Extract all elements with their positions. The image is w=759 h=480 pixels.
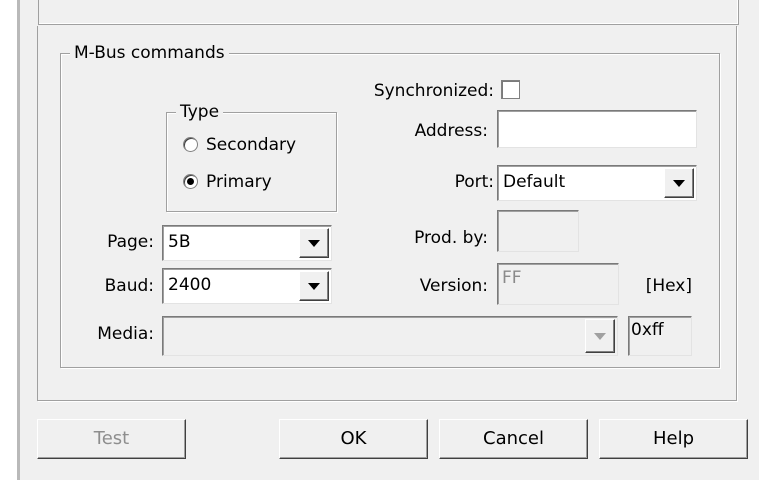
address-input[interactable] xyxy=(497,110,697,148)
ok-button[interactable]: OK xyxy=(279,419,428,459)
radio-secondary[interactable]: Secondary xyxy=(183,133,333,157)
page-select-value: 5B xyxy=(168,232,191,252)
port-dropdown-button[interactable] xyxy=(664,168,694,198)
prod-by-field xyxy=(497,210,579,252)
page-dropdown-button[interactable] xyxy=(299,228,329,258)
type-group-title: Type xyxy=(176,102,224,122)
version-unit-label: [Hex] xyxy=(645,276,692,296)
radio-primary[interactable]: Primary xyxy=(183,170,333,194)
media-hex-field: 0xff xyxy=(628,316,692,356)
radio-secondary-circle[interactable] xyxy=(183,137,198,152)
cancel-button[interactable]: Cancel xyxy=(439,419,588,459)
synchronized-label: Synchronized: xyxy=(373,81,494,101)
baud-select[interactable]: 2400 xyxy=(162,268,332,304)
port-label: Port: xyxy=(454,172,494,192)
page-select[interactable]: 5B xyxy=(162,225,332,261)
media-select xyxy=(162,316,618,356)
help-button[interactable]: Help xyxy=(599,419,748,459)
prod-by-label: Prod. by: xyxy=(414,228,488,248)
chevron-down-icon xyxy=(308,282,320,290)
radio-primary-label: Primary xyxy=(206,172,272,192)
baud-label: Baud: xyxy=(104,276,154,296)
chevron-down-icon xyxy=(673,179,685,187)
radio-primary-selected-dot xyxy=(187,178,194,185)
chevron-down-icon xyxy=(308,239,320,247)
chevron-down-icon xyxy=(594,332,606,340)
version-label: Version: xyxy=(419,276,488,296)
window-left-edge xyxy=(17,0,20,480)
baud-dropdown-button[interactable] xyxy=(299,271,329,301)
test-button[interactable]: Test xyxy=(37,419,186,459)
version-field: FF xyxy=(497,263,619,305)
page-label: Page: xyxy=(107,232,154,252)
media-dropdown-button xyxy=(585,319,615,353)
type-group xyxy=(166,112,337,212)
port-select-value: Default xyxy=(503,172,566,192)
baud-select-value: 2400 xyxy=(168,275,212,295)
port-select[interactable]: Default xyxy=(497,165,697,201)
address-label: Address: xyxy=(414,121,488,141)
media-label: Media: xyxy=(97,324,154,344)
mbus-commands-title: M-Bus commands xyxy=(70,43,229,63)
upper-panel xyxy=(38,0,739,25)
radio-primary-circle[interactable] xyxy=(183,174,198,189)
radio-secondary-label: Secondary xyxy=(206,135,297,155)
synchronized-checkbox[interactable] xyxy=(501,80,520,99)
